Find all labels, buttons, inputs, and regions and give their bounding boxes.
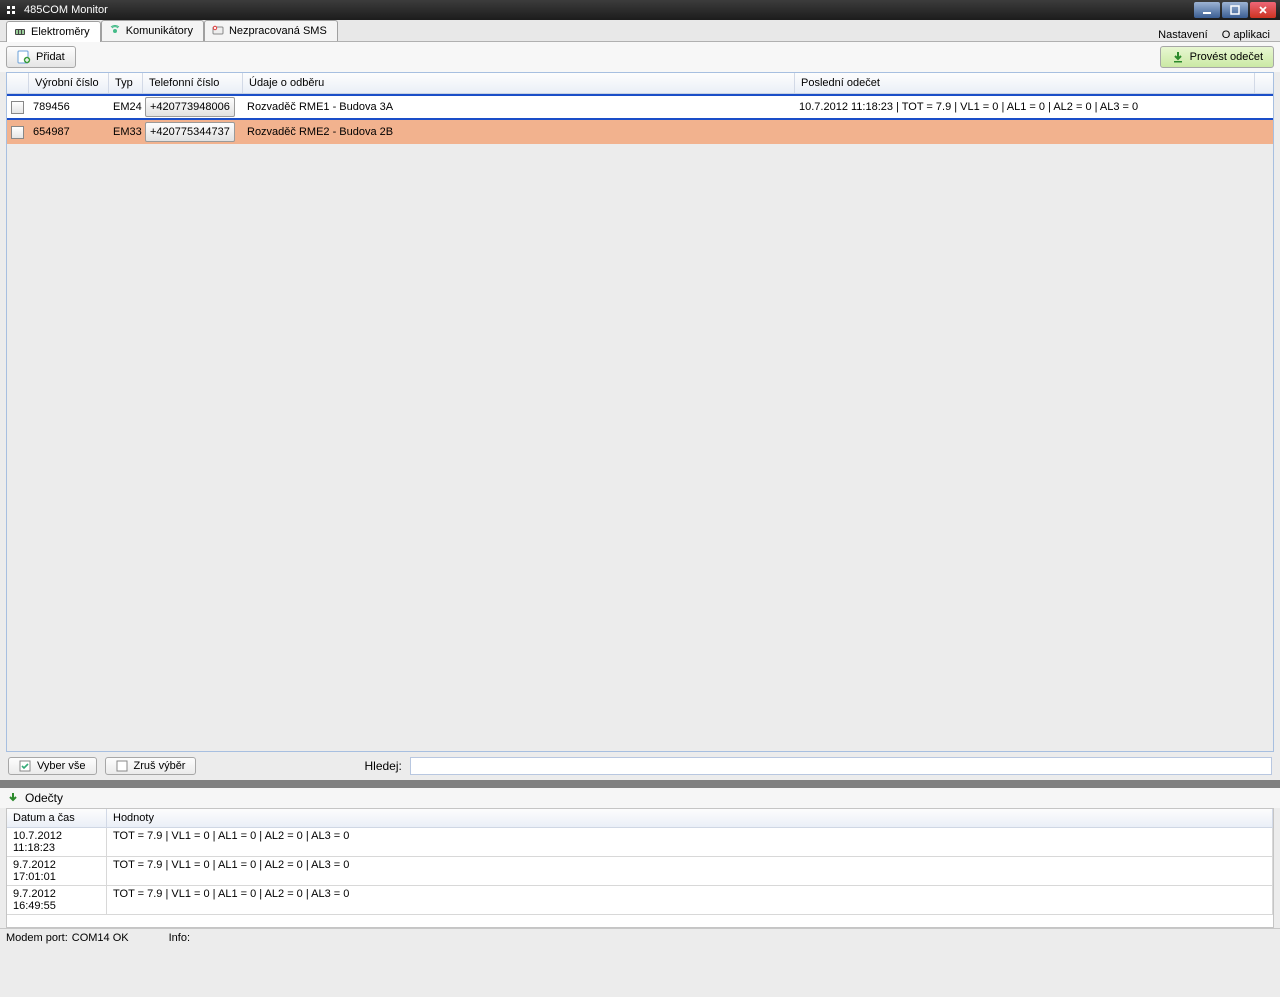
minimize-button[interactable] [1194,2,1220,18]
status-bar: Modem port: COM14 OK Info: [0,928,1280,947]
cell-info: Rozvaděč RME2 - Budova 2B [243,120,795,144]
tab-nezpracovana-sms[interactable]: Nezpracovaná SMS [204,20,338,41]
add-button[interactable]: Přidat [6,46,76,68]
panel-divider[interactable] [0,780,1280,788]
select-all-button[interactable]: Vyber vše [8,757,97,775]
antenna-icon [108,24,122,38]
readings-row[interactable]: 10.7.2012 11:18:23 TOT = 7.9 | VL1 = 0 |… [7,828,1273,857]
download-icon [1171,50,1185,64]
col-datetime[interactable]: Datum a čas [7,809,107,827]
table-row[interactable]: 654987 EM33 +420775344737 Rozvaděč RME2 … [7,120,1273,144]
empty-check-icon [116,760,128,772]
cell-datetime: 9.7.2012 16:49:55 [7,886,107,914]
window-title: 485COM Monitor [24,4,1194,16]
cell-phone: +420775344737 [143,120,243,144]
cell-serial: 789456 [29,96,109,118]
cell-last: 10.7.2012 11:18:23 | TOT = 7.9 | VL1 = 0… [795,96,1255,118]
cell-values: TOT = 7.9 | VL1 = 0 | AL1 = 0 | AL2 = 0 … [107,857,1273,885]
search-label: Hledej: [364,759,401,773]
row-checkbox-cell[interactable] [7,120,29,144]
cell-info: Rozvaděč RME1 - Budova 3A [243,96,795,118]
add-icon [17,50,31,64]
do-reading-button[interactable]: Provést odečet [1160,46,1274,68]
menu-settings[interactable]: Nastavení [1158,29,1208,41]
cell-values: TOT = 7.9 | VL1 = 0 | AL1 = 0 | AL2 = 0 … [107,886,1273,914]
tab-label: Elektroměry [31,26,90,38]
titlebar: 485COM Monitor [0,0,1280,20]
close-button[interactable] [1250,2,1276,18]
col-values[interactable]: Hodnoty [107,809,1273,827]
cell-datetime: 10.7.2012 11:18:23 [7,828,107,856]
phone-button[interactable]: +420773948006 [145,97,235,117]
cell-type: EM24 [109,96,143,118]
grid-header: Výrobní číslo Typ Telefonní číslo Údaje … [7,73,1273,94]
cell-spacer [1255,120,1273,144]
meters-grid: Výrobní číslo Typ Telefonní číslo Údaje … [6,72,1274,752]
readings-title: Odečty [25,791,63,805]
download-icon [6,791,20,805]
row-checkbox-cell[interactable] [7,96,29,118]
sms-error-icon [211,24,225,38]
status-modem-label: Modem port: [6,932,68,944]
tab-label: Nezpracovaná SMS [229,25,327,37]
menu-bar: Nastavení O aplikaci [1158,29,1280,41]
add-button-label: Přidat [36,51,65,63]
phone-button[interactable]: +420775344737 [145,122,235,142]
checkbox-icon[interactable] [11,101,24,114]
cell-phone: +420773948006 [143,96,243,118]
col-checkbox[interactable] [7,73,29,93]
selection-bar: Vyber vše Zruš výběr Hledej: [0,752,1280,780]
readings-grid: Datum a čas Hodnoty 10.7.2012 11:18:23 T… [6,808,1274,928]
tab-label: Komunikátory [126,25,193,37]
app-icon [4,3,18,17]
cell-last [795,120,1255,144]
cell-serial: 654987 [29,120,109,144]
toolbar: Přidat Provést odečet [0,42,1280,72]
col-info[interactable]: Údaje o odběru [243,73,795,93]
col-serial[interactable]: Výrobní číslo [29,73,109,93]
checkbox-icon[interactable] [11,126,24,139]
select-all-label: Vyber vše [37,760,86,772]
col-spacer [1255,73,1273,93]
clear-selection-label: Zruš výběr [134,760,186,772]
status-info-label: Info: [169,932,190,944]
readings-row[interactable]: 9.7.2012 17:01:01 TOT = 7.9 | VL1 = 0 | … [7,857,1273,886]
cell-spacer [1255,96,1273,118]
col-type[interactable]: Typ [109,73,143,93]
tab-elektromery[interactable]: Elektroměry [6,21,101,42]
cell-type: EM33 [109,120,143,144]
cell-datetime: 9.7.2012 17:01:01 [7,857,107,885]
cell-values: TOT = 7.9 | VL1 = 0 | AL1 = 0 | AL2 = 0 … [107,828,1273,856]
readings-header: Odečty [0,788,1280,808]
table-row[interactable]: 789456 EM24 +420773948006 Rozvaděč RME1 … [7,96,1273,120]
readings-header-row: Datum a čas Hodnoty [7,809,1273,828]
do-reading-label: Provést odečet [1190,51,1263,63]
col-phone[interactable]: Telefonní číslo [143,73,243,93]
col-last-reading[interactable]: Poslední odečet [795,73,1255,93]
clear-selection-button[interactable]: Zruš výběr [105,757,197,775]
tab-komunikatory[interactable]: Komunikátory [101,20,204,41]
menu-about[interactable]: O aplikaci [1222,29,1270,41]
check-icon [19,760,31,772]
meter-icon [13,25,27,39]
tab-bar: Elektroměry Komunikátory Nezpracovaná SM… [0,20,1280,42]
status-modem-value: COM14 OK [72,932,129,944]
grid-body: 789456 EM24 +420773948006 Rozvaděč RME1 … [7,94,1273,751]
maximize-button[interactable] [1222,2,1248,18]
search-input[interactable] [410,757,1272,775]
readings-row[interactable]: 9.7.2012 16:49:55 TOT = 7.9 | VL1 = 0 | … [7,886,1273,915]
